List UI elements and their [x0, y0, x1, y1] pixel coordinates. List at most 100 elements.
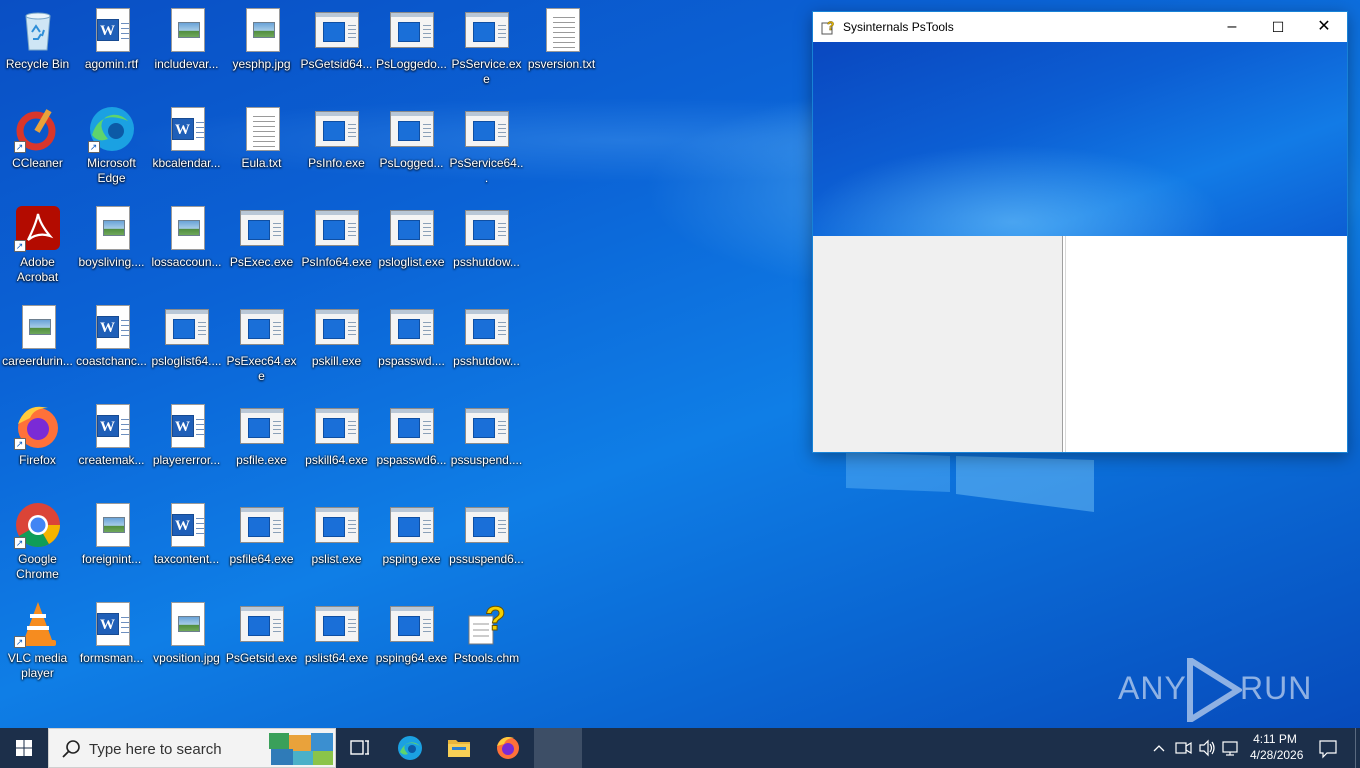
desktop-icon[interactable]: psfile64.exe [224, 495, 299, 594]
desktop-icon[interactable]: PsInfo64.exe [299, 198, 374, 297]
volume-tray-button[interactable] [1196, 728, 1218, 768]
desktop-icon-image [313, 600, 361, 648]
desktop-icon-label: pspasswd6... [376, 453, 447, 467]
desktop-icon[interactable]: ↗ VLC media player [0, 594, 75, 693]
desktop-icon-image: W [163, 105, 211, 153]
desktop-icon[interactable]: pssuspend6... [449, 495, 524, 594]
folder-icon [448, 740, 470, 757]
start-button[interactable] [0, 728, 48, 768]
meet-now-tray-button[interactable] [1172, 728, 1194, 768]
window-toolbar-area [813, 42, 1347, 236]
desktop-icon[interactable]: Wcoastchanc... [74, 297, 149, 396]
search-placeholder: Type here to search [89, 741, 222, 758]
desktop-icon-image [388, 6, 436, 54]
desktop-icon[interactable]: lossaccoun... [149, 198, 224, 297]
desktop-icon[interactable]: Wagomin.rtf [74, 0, 149, 99]
taskbar-edge-button[interactable] [386, 728, 434, 768]
desktop-icon[interactable]: ↗ Adobe Acrobat [0, 198, 75, 297]
pstools-help-window[interactable]: ? Sysinternals PsTools – ☐ ✕ [812, 11, 1348, 453]
desktop-icon[interactable]: Wcreatemak... [74, 396, 149, 495]
close-button[interactable]: ✕ [1301, 12, 1347, 42]
desktop-icon[interactable]: PsService.exe [449, 0, 524, 99]
taskbar-search-box[interactable]: Type here to search [48, 728, 336, 768]
desktop-icon[interactable]: Wplayererror... [149, 396, 224, 495]
network-tray-button[interactable] [1220, 728, 1242, 768]
maximize-button[interactable]: ☐ [1255, 12, 1301, 42]
show-hidden-icons-button[interactable] [1150, 728, 1168, 768]
desktop-icon[interactable]: psping.exe [374, 495, 449, 594]
desktop-icon[interactable]: Wtaxcontent... [149, 495, 224, 594]
image-file-icon [170, 206, 205, 250]
desktop-icon[interactable]: PsInfo.exe [299, 99, 374, 198]
minimize-button[interactable]: – [1209, 12, 1255, 42]
desktop-icon[interactable]: pslist.exe [299, 495, 374, 594]
desktop-icon-label: Recycle Bin [5, 57, 70, 71]
taskbar-file-explorer-button[interactable] [435, 728, 483, 768]
desktop-icon-image [313, 303, 361, 351]
desktop-icon[interactable]: includevar... [149, 0, 224, 99]
desktop-icon[interactable]: PsLogged... [374, 99, 449, 198]
taskbar-pstools-window-button[interactable] [534, 728, 582, 768]
desktop-icon[interactable]: psloglist.exe [374, 198, 449, 297]
window-titlebar[interactable]: ? Sysinternals PsTools – ☐ ✕ [813, 12, 1347, 42]
desktop-icon[interactable]: Recycle Bin [0, 0, 75, 99]
taskbar-firefox-button[interactable] [484, 728, 532, 768]
desktop-icon[interactable]: vposition.jpg [149, 594, 224, 693]
desktop-icon-label: CCleaner [12, 156, 63, 170]
desktop-icon[interactable]: PsGetsid64... [299, 0, 374, 99]
desktop-icon[interactable]: PsExec.exe [224, 198, 299, 297]
desktop-icon[interactable]: yesphp.jpg [224, 0, 299, 99]
desktop-icon[interactable]: PsExec64.exe [224, 297, 299, 396]
desktop-icon[interactable]: foreignint... [74, 495, 149, 594]
desktop-icon[interactable]: careerdurin... [0, 297, 75, 396]
desktop-icon-image [388, 402, 436, 450]
desktop-icon[interactable]: Wkbcalendar... [149, 99, 224, 198]
desktop-icon-label: psloglist.exe [378, 255, 445, 269]
desktop-icon-label: pskill.exe [311, 354, 362, 368]
desktop-icon[interactable]: psshutdow... [449, 297, 524, 396]
desktop-icon-label: Google Chrome [16, 552, 59, 581]
desktop-icon[interactable]: psshutdow... [449, 198, 524, 297]
desktop-icon-label: Pstools.chm [453, 651, 520, 665]
desktop-icon[interactable]: PsGetsid.exe [224, 594, 299, 693]
executable-icon [239, 309, 284, 345]
desktop-icon-image: W [88, 303, 136, 351]
desktop-icon[interactable]: pssuspend.... [449, 396, 524, 495]
desktop-icon[interactable]: psversion.txt [524, 0, 599, 99]
desktop-icon[interactable]: pskill64.exe [299, 396, 374, 495]
task-view-button[interactable] [336, 728, 384, 768]
recycle-bin-icon [24, 12, 51, 51]
desktop-icon[interactable]: psfile.exe [224, 396, 299, 495]
executable-icon [239, 507, 284, 543]
desktop-icon[interactable]: psloglist64.... [149, 297, 224, 396]
desktop-icon[interactable]: ↗ Firefox [0, 396, 75, 495]
desktop-icon[interactable]: psping64.exe [374, 594, 449, 693]
desktop-icon[interactable]: ↗ Microsoft Edge [74, 99, 149, 198]
desktop-icon-label: pskill64.exe [305, 453, 368, 467]
taskbar-clock[interactable]: 4:11 PM 4/28/2026 [1250, 731, 1303, 763]
desktop-icon[interactable]: ? Pstools.chm [449, 594, 524, 693]
desktop-icon-image: ↗ [13, 204, 62, 252]
desktop-icon[interactable]: Wformsman... [74, 594, 149, 693]
desktop-icon-image: ↗ [13, 501, 62, 549]
desktop-icon-label: careerdurin... [2, 354, 73, 368]
desktop-icon[interactable]: pskill.exe [299, 297, 374, 396]
show-desktop-button[interactable] [1355, 728, 1360, 768]
desktop-icon-label: PsInfo64.exe [301, 255, 372, 269]
desktop-icon[interactable]: PsService64... [449, 99, 524, 198]
desktop-icon[interactable]: ↗ Google Chrome [0, 495, 75, 594]
desktop-icon[interactable]: pspasswd.... [374, 297, 449, 396]
watermark-left-text: ANY [1118, 670, 1187, 706]
desktop-icon[interactable]: Eula.txt [224, 99, 299, 198]
navigation-pane[interactable] [813, 236, 1063, 452]
desktop-icon[interactable]: pspasswd6... [374, 396, 449, 495]
desktop-icon[interactable]: ↗ CCleaner [0, 99, 75, 198]
desktop-icon[interactable]: boysliving.... [74, 198, 149, 297]
desktop-icon[interactable]: PsLoggedo... [374, 0, 449, 99]
desktop-icon[interactable]: pslist64.exe [299, 594, 374, 693]
desktop-icon-label: psping64.exe [375, 651, 448, 665]
executable-icon [314, 111, 359, 147]
action-center-button[interactable] [1314, 728, 1342, 768]
desktop-icon-image [388, 105, 436, 153]
content-pane[interactable] [1065, 236, 1347, 452]
